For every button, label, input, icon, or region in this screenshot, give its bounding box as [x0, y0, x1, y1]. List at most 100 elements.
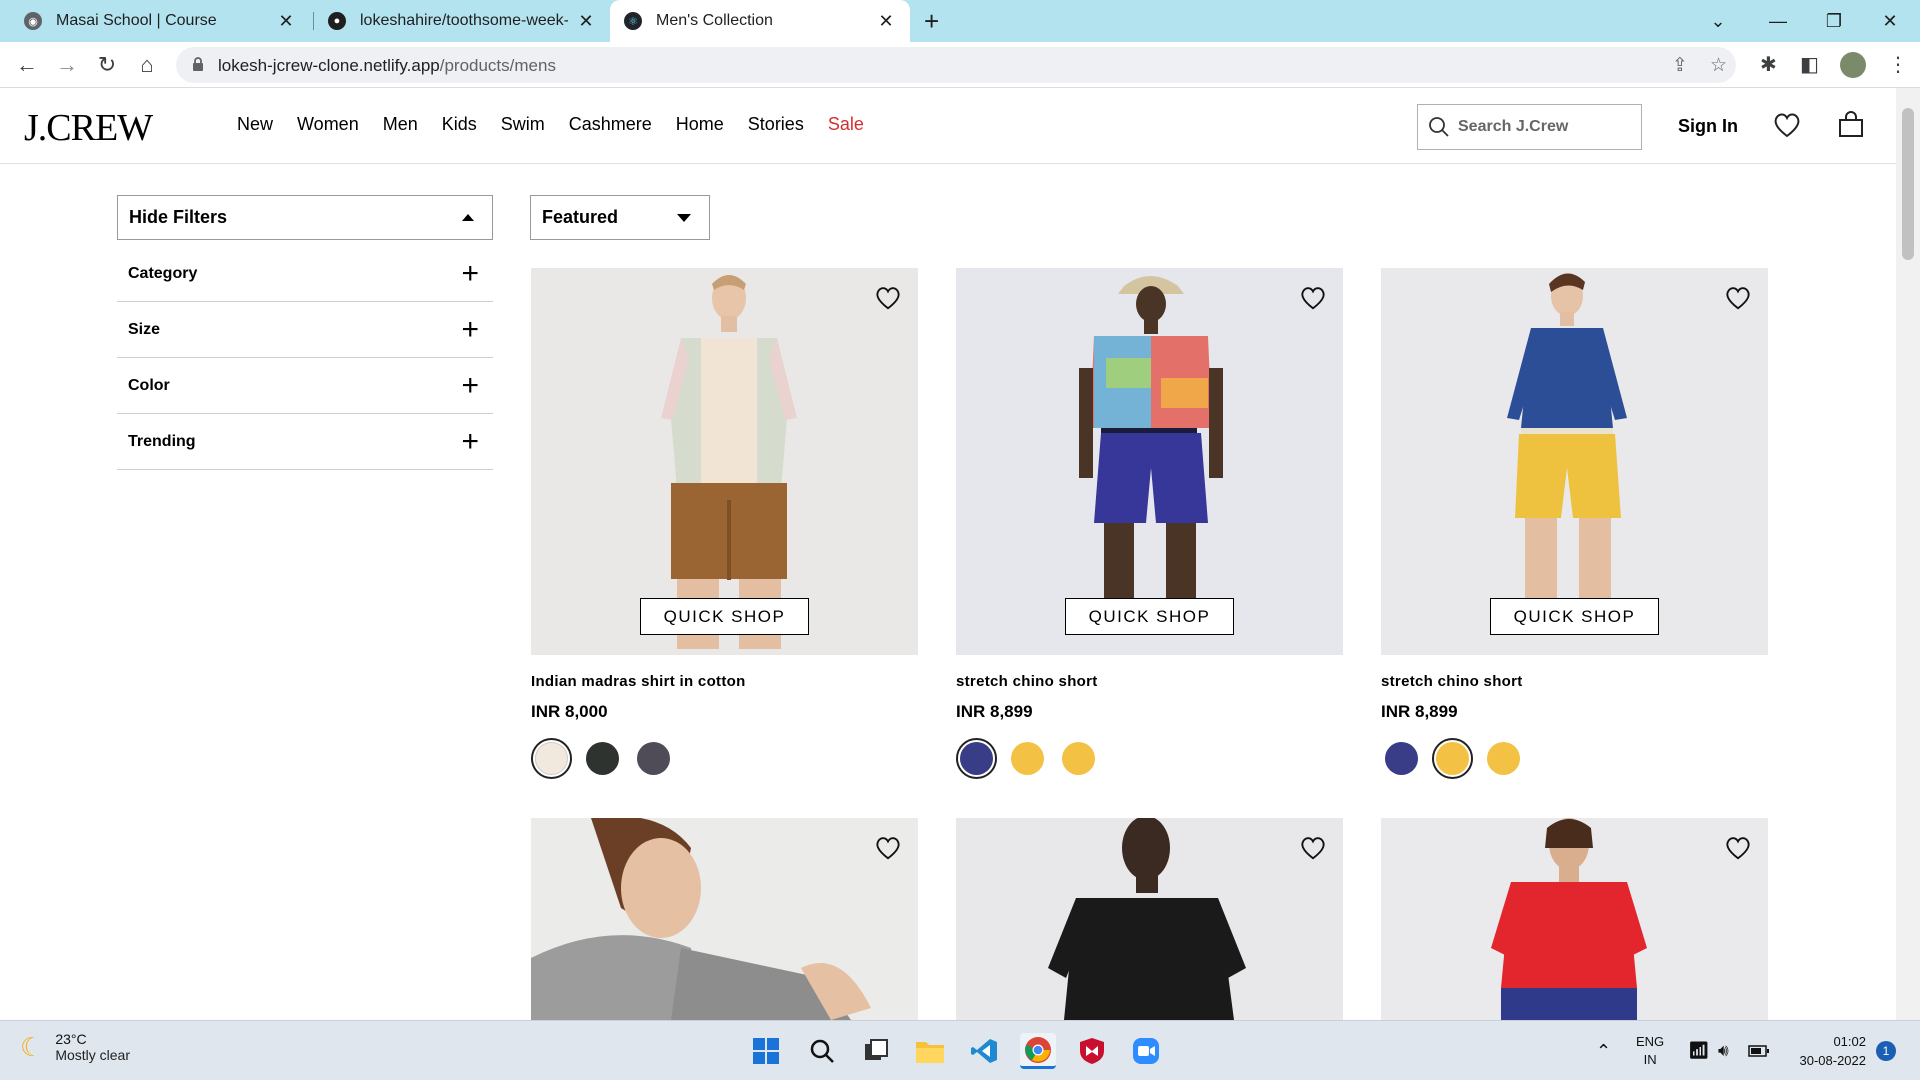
- clock[interactable]: 01:02 30-08-2022: [1786, 1021, 1867, 1080]
- favorite-heart-icon[interactable]: [1724, 284, 1752, 312]
- product-image[interactable]: [956, 818, 1343, 1020]
- product-card[interactable]: QUICK SHOP stretch chino short INR 8,899: [956, 268, 1343, 779]
- nav-home[interactable]: Home: [676, 114, 724, 135]
- product-card[interactable]: QUICK SHOP Indian madras shirt in cotton…: [531, 268, 918, 779]
- filter-trending[interactable]: Trending +: [117, 414, 493, 470]
- tab-masai-school[interactable]: ◉ Masai School | Course ✕: [10, 0, 310, 42]
- product-image[interactable]: [1381, 818, 1768, 1020]
- language-indicator[interactable]: ENG IN: [1636, 1021, 1664, 1080]
- hide-filters-button[interactable]: Hide Filters: [117, 195, 493, 240]
- color-swatch[interactable]: [582, 738, 623, 779]
- back-icon[interactable]: ←: [12, 50, 42, 80]
- nav-sale[interactable]: Sale: [828, 114, 864, 135]
- search-box[interactable]: [1417, 104, 1642, 150]
- color-swatch[interactable]: [1058, 738, 1099, 779]
- quick-shop-button[interactable]: QUICK SHOP: [640, 598, 809, 635]
- profile-avatar[interactable]: [1840, 52, 1866, 78]
- page-scrollbar[interactable]: [1896, 88, 1920, 1020]
- product-name[interactable]: stretch chino short: [1381, 673, 1768, 690]
- minimize-button[interactable]: —: [1750, 0, 1806, 42]
- scrollbar-thumb[interactable]: [1902, 108, 1914, 260]
- tab-github[interactable]: ● lokeshahire/toothsome-week-32... ✕: [314, 0, 610, 42]
- extensions-icon[interactable]: ✱: [1760, 52, 1777, 77]
- product-name[interactable]: Indian madras shirt in cotton: [531, 673, 918, 690]
- color-swatch[interactable]: [1381, 738, 1422, 779]
- nav-women[interactable]: Women: [297, 114, 359, 135]
- product-image[interactable]: QUICK SHOP: [531, 268, 918, 655]
- color-swatch[interactable]: [633, 738, 674, 779]
- forward-icon[interactable]: →: [52, 50, 82, 80]
- product-card[interactable]: [531, 818, 918, 1020]
- quick-shop-button[interactable]: QUICK SHOP: [1490, 598, 1659, 635]
- sign-in-link[interactable]: Sign In: [1678, 116, 1738, 137]
- quick-shop-button[interactable]: QUICK SHOP: [1065, 598, 1234, 635]
- wishlist-heart-icon[interactable]: [1772, 110, 1802, 140]
- product-photo: [1491, 818, 1647, 1020]
- battery-icon[interactable]: [1748, 1021, 1770, 1080]
- nav-cashmere[interactable]: Cashmere: [569, 114, 652, 135]
- browser-menu-icon[interactable]: ⋮: [1888, 52, 1908, 77]
- tab-search-icon[interactable]: ⌄: [1690, 0, 1746, 42]
- reload-icon[interactable]: ↻: [92, 50, 122, 80]
- restore-button[interactable]: ❐: [1806, 0, 1862, 42]
- color-swatch[interactable]: [1432, 738, 1473, 779]
- tab-mens-collection[interactable]: ⚛ Men's Collection ✕: [610, 0, 910, 42]
- nav-men[interactable]: Men: [383, 114, 418, 135]
- file-explorer-icon[interactable]: [912, 1033, 948, 1069]
- windows-start-icon[interactable]: [748, 1033, 784, 1069]
- product-card[interactable]: QUICK SHOP stretch chino short INR 8,899: [1381, 268, 1768, 779]
- nav-kids[interactable]: Kids: [442, 114, 477, 135]
- sort-dropdown[interactable]: Featured: [530, 195, 710, 240]
- filter-size[interactable]: Size +: [117, 302, 493, 358]
- color-swatch[interactable]: [1483, 738, 1524, 779]
- mcafee-icon[interactable]: [1074, 1033, 1110, 1069]
- wifi-icon[interactable]: 📶︎: [1688, 1021, 1710, 1080]
- weather-temp: 23°C: [55, 1031, 87, 1047]
- close-window-button[interactable]: ✕: [1862, 0, 1918, 42]
- shopping-bag-icon[interactable]: [1836, 110, 1866, 140]
- product-image[interactable]: [531, 818, 918, 1020]
- clock-date: 30-08-2022: [1799, 1053, 1867, 1068]
- favorite-heart-icon[interactable]: [874, 834, 902, 862]
- weather-widget[interactable]: ☾ 23°C Mostly clear: [20, 1031, 130, 1063]
- color-swatch[interactable]: [531, 738, 572, 779]
- zoom-icon[interactable]: [1128, 1033, 1164, 1069]
- search-input[interactable]: [1458, 118, 1628, 136]
- product-image[interactable]: QUICK SHOP: [1381, 268, 1768, 655]
- product-card[interactable]: [1381, 818, 1768, 1020]
- filter-category[interactable]: Category +: [117, 246, 493, 302]
- favorite-heart-icon[interactable]: [1299, 284, 1327, 312]
- volume-icon[interactable]: 🔊︎: [1718, 1021, 1729, 1080]
- jcrew-logo[interactable]: J.CREW: [24, 106, 153, 150]
- close-tab-icon[interactable]: ✕: [576, 11, 596, 32]
- filter-color[interactable]: Color +: [117, 358, 493, 414]
- chrome-icon[interactable]: [1020, 1033, 1056, 1069]
- color-swatch[interactable]: [1007, 738, 1048, 779]
- color-swatch[interactable]: [956, 738, 997, 779]
- product-card[interactable]: [956, 818, 1343, 1020]
- tray-chevron-icon[interactable]: ⌃: [1596, 1021, 1611, 1080]
- task-view-icon[interactable]: [858, 1033, 894, 1069]
- lang-region: IN: [1643, 1052, 1657, 1067]
- bookmark-star-icon[interactable]: ☆: [1710, 54, 1727, 77]
- search-icon[interactable]: [804, 1033, 840, 1069]
- home-icon[interactable]: ⌂: [132, 50, 162, 80]
- favorite-heart-icon[interactable]: [1724, 834, 1752, 862]
- close-tab-icon[interactable]: ✕: [276, 11, 296, 32]
- favorite-heart-icon[interactable]: [874, 284, 902, 312]
- nav-new[interactable]: New: [237, 114, 273, 135]
- close-tab-icon[interactable]: ✕: [876, 11, 896, 32]
- url-path: /products/mens: [439, 56, 556, 75]
- favorite-heart-icon[interactable]: [1299, 834, 1327, 862]
- product-image[interactable]: QUICK SHOP: [956, 268, 1343, 655]
- plus-icon: +: [461, 312, 479, 346]
- new-tab-button[interactable]: +: [924, 6, 939, 37]
- notification-badge[interactable]: 1: [1876, 1021, 1896, 1080]
- share-icon[interactable]: ⇪: [1672, 54, 1688, 77]
- vscode-icon[interactable]: [966, 1033, 1002, 1069]
- nav-swim[interactable]: Swim: [501, 114, 545, 135]
- nav-stories[interactable]: Stories: [748, 114, 804, 135]
- url-bar[interactable]: lokesh-jcrew-clone.netlify.app/products/…: [176, 47, 1736, 83]
- product-name[interactable]: stretch chino short: [956, 673, 1343, 690]
- side-panel-icon[interactable]: ◧: [1800, 52, 1819, 77]
